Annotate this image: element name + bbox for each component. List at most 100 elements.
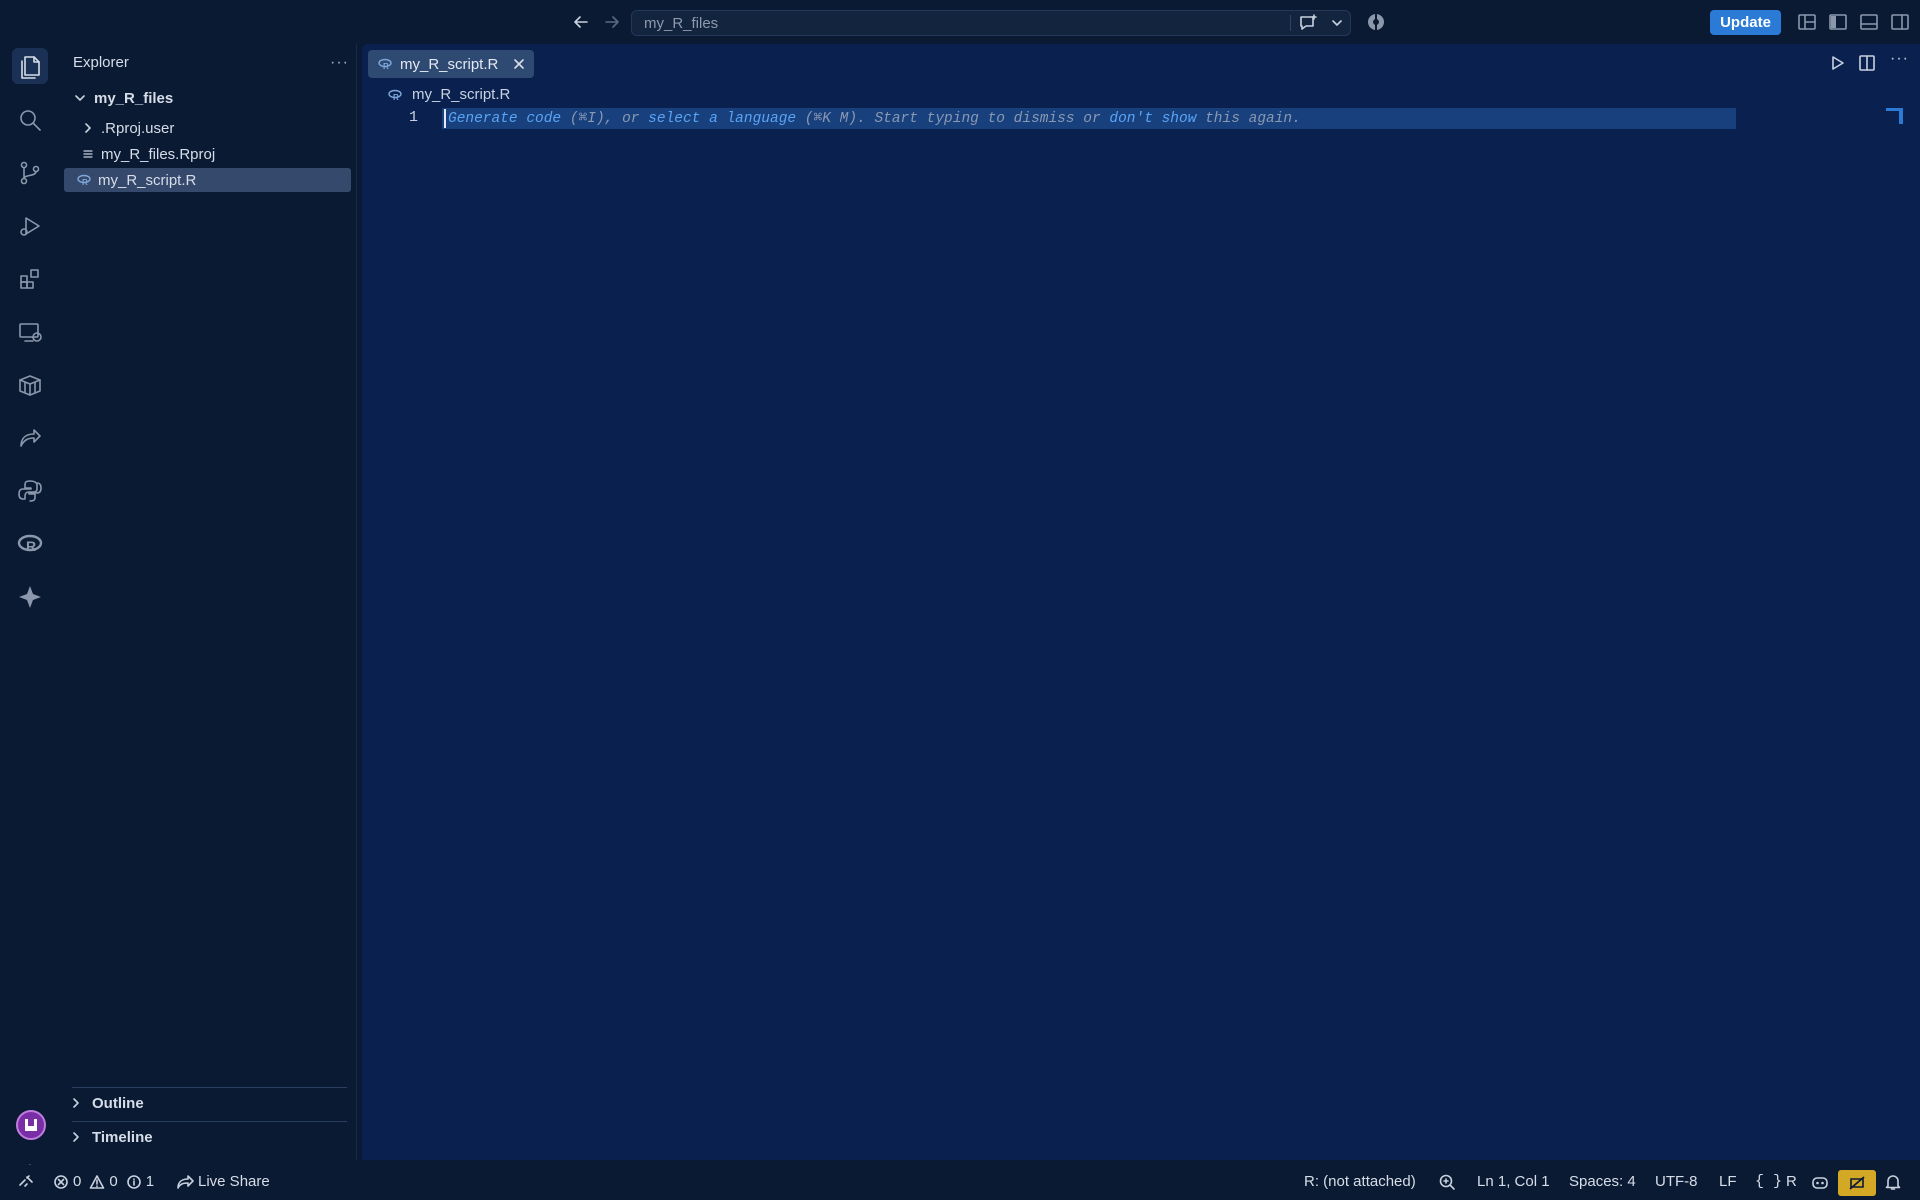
eol-status[interactable]: LF — [1719, 1173, 1737, 1190]
command-center-label: my_R_files — [644, 15, 719, 32]
toggle-secondary-sidebar-icon[interactable] — [1890, 13, 1910, 31]
toggle-primary-sidebar-icon[interactable] — [1828, 13, 1848, 31]
tree-root-folder[interactable]: my_R_files — [64, 86, 351, 110]
chevron-right-icon — [70, 1097, 86, 1109]
source-control-activity[interactable] — [12, 155, 48, 191]
account-avatar[interactable] — [16, 1110, 46, 1140]
explorer-activity[interactable] — [12, 48, 48, 84]
tab-label: my_R_script.R — [400, 55, 499, 73]
root-folder-label: my_R_files — [94, 89, 174, 107]
sidebar-title: Explorer — [73, 54, 129, 71]
outline-section-header[interactable]: Outline — [70, 1091, 144, 1115]
section-divider — [72, 1121, 347, 1122]
language-label: R — [1786, 1173, 1797, 1190]
live-share-status[interactable]: Live Share — [176, 1173, 270, 1190]
play-icon — [1832, 56, 1844, 70]
extensions-activity[interactable] — [12, 261, 48, 297]
generate-code-link[interactable]: Generate code — [448, 111, 561, 127]
r-session-label: R: (not attached) — [1304, 1173, 1416, 1190]
line-number: 1 — [408, 109, 418, 126]
dont-show-link[interactable]: don't show — [1109, 111, 1196, 127]
cursor-position-label: Ln 1, Col 1 — [1477, 1173, 1550, 1190]
zoom-icon — [1439, 1174, 1455, 1190]
editor-area[interactable]: R my_R_script.R ··· R my_R_script.R 1 Ge… — [362, 44, 1920, 1160]
r-logo-icon: R — [17, 534, 43, 554]
arrow-right-icon — [605, 16, 619, 28]
source-control-icon — [20, 161, 40, 185]
hint-text: this again. — [1196, 111, 1301, 127]
problems-indicator[interactable]: 0 0 1 — [53, 1173, 154, 1190]
copilot-slash-icon — [1849, 1176, 1865, 1190]
copilot-sparkle-activity[interactable] — [12, 579, 48, 615]
section-divider — [72, 1087, 347, 1088]
tree-item-label: my_R_files.Rproj — [101, 145, 216, 163]
customize-layout-icon[interactable] — [1797, 13, 1817, 31]
r-file-icon: R — [76, 174, 92, 186]
search-icon — [20, 110, 41, 131]
zoom-status[interactable] — [1438, 1173, 1456, 1191]
copilot-status[interactable] — [1810, 1173, 1830, 1191]
encoding-status[interactable]: UTF-8 — [1655, 1173, 1698, 1190]
search-activity[interactable] — [12, 102, 48, 138]
extensions-icon — [20, 269, 39, 289]
containers-activity[interactable] — [12, 367, 48, 403]
command-center-separator — [1290, 15, 1291, 31]
tree-item-r-script[interactable]: R my_R_script.R — [64, 168, 351, 192]
empty-editor-hint: Generate code (⌘I), or select a language… — [448, 110, 1301, 127]
indentation-status[interactable]: Spaces: 4 — [1569, 1173, 1636, 1190]
sidebar-more-actions-button[interactable]: ··· — [330, 54, 349, 72]
sparkle-icon — [19, 586, 41, 608]
arrow-left-icon — [574, 16, 588, 28]
select-language-link[interactable]: select a language — [648, 111, 796, 127]
package-icon — [19, 375, 41, 396]
tab-my-r-script[interactable]: R my_R_script.R — [368, 50, 534, 78]
braces-icon: { } — [1755, 1173, 1783, 1190]
r-activity[interactable]: R — [12, 526, 48, 562]
tree-item-rproj-file[interactable]: my_R_files.Rproj — [64, 142, 351, 166]
info-count: 1 — [145, 1173, 155, 1190]
timeline-section-header[interactable]: Timeline — [70, 1125, 153, 1149]
section-label: Outline — [92, 1094, 144, 1112]
toggle-panel-icon[interactable] — [1859, 13, 1879, 31]
language-mode-status[interactable]: { } R — [1755, 1173, 1797, 1190]
svg-text:R: R — [26, 538, 36, 554]
update-button[interactable]: Update — [1710, 10, 1781, 35]
editor-more-actions-button[interactable]: ··· — [1890, 50, 1909, 68]
command-center-search[interactable]: my_R_files — [631, 10, 1351, 36]
run-button[interactable] — [1828, 54, 1846, 72]
section-label: Timeline — [92, 1128, 153, 1146]
run-debug-activity[interactable] — [12, 208, 48, 244]
live-share-activity[interactable] — [12, 420, 48, 456]
remote-icon — [19, 1175, 33, 1187]
r-session-status[interactable]: R: (not attached) — [1304, 1173, 1416, 1190]
back-button[interactable] — [570, 11, 592, 33]
live-share-icon — [177, 1174, 194, 1189]
close-icon[interactable] — [512, 57, 526, 71]
hint-text: (⌘K M). Start typing to dismiss or — [796, 111, 1110, 127]
copilot-logo-icon[interactable] — [1366, 12, 1386, 32]
activity-bar: R 1 — [0, 44, 60, 1198]
svg-text:R: R — [82, 178, 88, 186]
split-editor-button[interactable] — [1858, 54, 1876, 72]
remote-explorer-activity[interactable] — [12, 314, 48, 350]
remote-explorer-icon — [19, 323, 42, 342]
remote-indicator[interactable] — [18, 1173, 34, 1189]
r-file-icon: R — [378, 58, 392, 70]
python-activity[interactable] — [12, 473, 48, 509]
forward-button[interactable] — [601, 11, 623, 33]
copilot-disabled-status[interactable] — [1838, 1170, 1876, 1196]
breadcrumb[interactable]: R my_R_script.R — [388, 86, 510, 103]
info-icon — [126, 1174, 141, 1189]
copilot-icon — [1812, 1177, 1828, 1189]
chat-icon[interactable] — [1298, 14, 1318, 32]
run-debug-icon — [20, 217, 40, 236]
status-bar: 0 0 1 Live Share R: (not attached) Ln 1,… — [0, 1165, 1920, 1200]
hint-text: (⌘I), or — [561, 111, 649, 127]
tree-item-label: my_R_script.R — [98, 171, 197, 189]
chevron-down-icon[interactable] — [1330, 16, 1344, 30]
tree-item-rproj-user[interactable]: .Rproj.user — [64, 116, 351, 140]
notifications-button[interactable] — [1884, 1173, 1902, 1191]
cursor-position-status[interactable]: Ln 1, Col 1 — [1477, 1173, 1550, 1190]
chevron-down-icon — [72, 92, 88, 104]
svg-text:R: R — [393, 93, 399, 101]
